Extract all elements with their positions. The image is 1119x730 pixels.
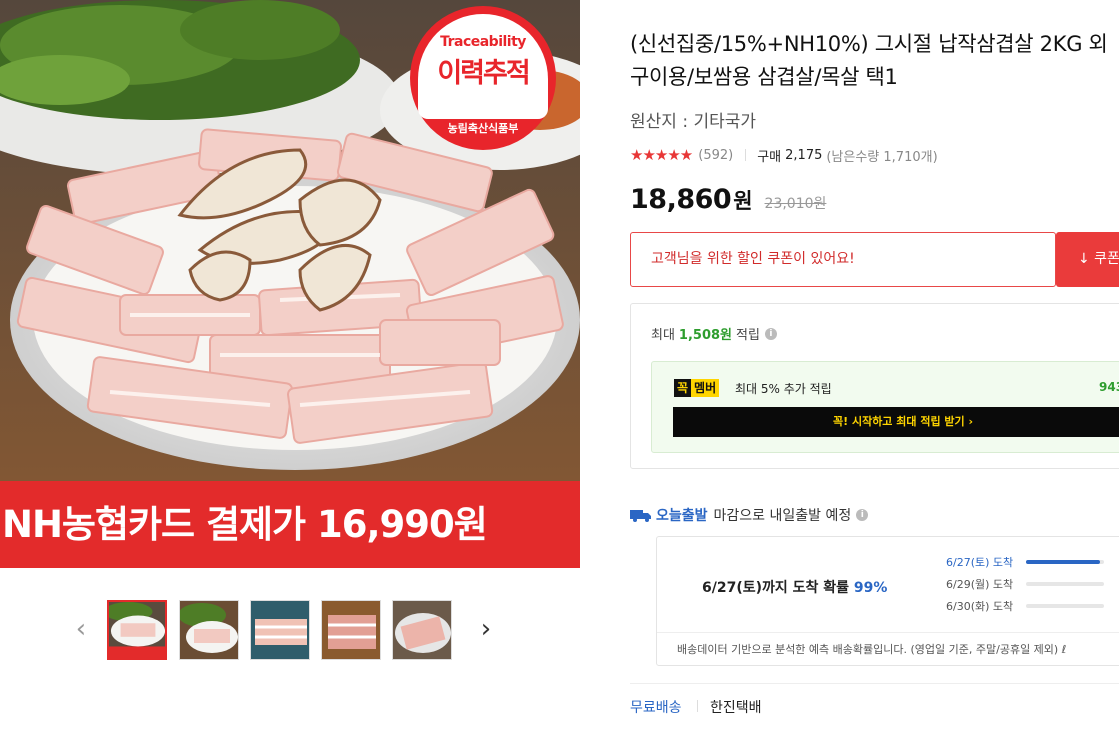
arrival-percent: 99% <box>853 580 888 596</box>
sale-price: 18,860 <box>630 184 732 215</box>
thumbnail-3[interactable] <box>250 600 310 660</box>
traceability-badge: Traceability 이력추적 농림축산식품부 <box>410 6 556 150</box>
points-amount: 1,508원 <box>678 328 733 343</box>
divider <box>630 683 1119 684</box>
membership-logo-part-a: 꼭 <box>674 379 692 397</box>
membership-benefit-text: 최대 5% 추가 적립 <box>735 382 832 396</box>
membership-box: 꼭 멤버 최대 5% 추가 적립 943 꼭! 시작하고 최대 적립 받기 › <box>651 361 1119 453</box>
truck-icon <box>630 510 651 522</box>
card-price-banner: NH농협카드 결제가 16,990원 <box>0 481 580 568</box>
membership-logo-part-b: 멤버 <box>691 379 720 397</box>
today-shipping-label: 오늘출발 <box>656 508 708 524</box>
arrival-probability-bar <box>1026 560 1104 564</box>
thumbnail-1[interactable] <box>107 600 167 660</box>
product-origin: 원산지 : 기타국가 <box>630 112 757 132</box>
thumbnail-3-image <box>251 601 309 659</box>
coupon-download-button[interactable]: ↓ 쿠폰 <box>1056 232 1119 287</box>
remaining-stock: (남은수량 1,710개) <box>826 149 938 165</box>
info-icon[interactable]: i <box>856 509 869 521</box>
membership-points-amount: 943 <box>1099 380 1119 394</box>
points-card: 최대 1,508원 적립 i 꼭 멤버 최대 5% 추가 적립 943 꼭! 시… <box>630 303 1119 469</box>
arrival-date-row: 6/30(화) 도착 <box>946 599 1104 613</box>
coupon-notice: 고객님을 위한 할인 쿠폰이 있어요! <box>630 232 1056 287</box>
badge-ministry-label: 농림축산식품부 <box>447 122 519 135</box>
star-rating-icon: ★★★★★ <box>630 146 693 164</box>
membership-start-button[interactable]: 꼭! 시작하고 최대 적립 받기 › <box>673 407 1119 437</box>
product-title: (신선집중/15%+NH10%) 그시절 납작삼겹살 2KG 외 구이용/보쌈용… <box>630 32 1108 89</box>
thumbnail-5[interactable] <box>392 600 452 660</box>
bar-fill <box>1026 560 1101 564</box>
arrival-probability-bar <box>1026 582 1104 586</box>
membership-logo: 꼭 멤버 <box>674 379 720 397</box>
delivery-prediction-card: 6/27(토)까지 도착 확률 99% 6/27(토) 도착 6/29(월) 도… <box>656 536 1119 666</box>
divider <box>745 149 747 161</box>
price-row: 18,860 원 23,010원 <box>630 184 826 215</box>
free-shipping-label: 무료배송 <box>630 700 682 716</box>
currency-unit: 원 <box>733 189 753 213</box>
delivery-disclaimer: 배송데이터 기반으로 분석한 예측 배송확률입니다. (영업일 기준, 주말/공… <box>657 632 1119 665</box>
arrival-date-label: 6/27(토) 도착 <box>946 556 1014 569</box>
shipping-note: 마감으로 내일출발 예정 <box>713 508 852 524</box>
thumbnail-1-image <box>109 602 165 658</box>
badge-english-label: Traceability <box>440 34 526 50</box>
arrival-text: 6/27(토)까지 도착 확률 <box>702 580 850 596</box>
purchase-count: 2,175 <box>785 147 823 163</box>
badge-inner: Traceability 이력추적 <box>418 14 548 119</box>
shipping-header: 오늘출발 마감으로 내일출발 예정 i <box>630 505 869 525</box>
info-icon[interactable]: i <box>764 327 777 340</box>
purchase-label: 구매 <box>757 149 782 165</box>
badge-korean-label: 이력추적 <box>437 58 530 89</box>
thumbnail-2[interactable] <box>179 600 239 660</box>
thumbnail-4[interactable] <box>321 600 381 660</box>
points-suffix: 적립 <box>736 328 760 343</box>
arrival-date-label: 6/30(화) 도착 <box>946 600 1014 613</box>
chevron-right-icon[interactable]: › <box>474 616 498 642</box>
arrival-date-label: 6/29(월) 도착 <box>946 578 1014 591</box>
product-main-image[interactable]: Traceability 이력추적 농림축산식품부 NH농협카드 결제가 16,… <box>0 0 580 568</box>
thumbnail-4-image <box>322 601 380 659</box>
product-page: Traceability 이력추적 농림축산식품부 NH농협카드 결제가 16,… <box>0 0 1119 730</box>
rating-row: ★★★★★ (592) 구매 2,175 (남은수량 1,710개) <box>630 145 938 165</box>
arrival-probability: 6/27(토)까지 도착 확률 99% <box>702 577 887 597</box>
arrival-date-row: 6/27(토) 도착 <box>946 555 1104 569</box>
points-prefix: 최대 <box>651 328 675 343</box>
review-count-link[interactable]: (592) <box>698 148 733 163</box>
max-points-line: 최대 1,508원 적립 i <box>651 324 777 343</box>
arrival-probability-bar <box>1026 604 1104 608</box>
original-price: 23,010원 <box>764 196 827 212</box>
thumbnail-2-image <box>180 601 238 659</box>
chevron-left-icon[interactable]: ‹ <box>69 616 93 642</box>
courier-name: 한진택배 <box>710 700 762 716</box>
thumbnail-5-image <box>393 601 451 659</box>
divider <box>697 700 698 712</box>
arrival-date-row: 6/29(월) 도착 <box>946 577 1104 591</box>
